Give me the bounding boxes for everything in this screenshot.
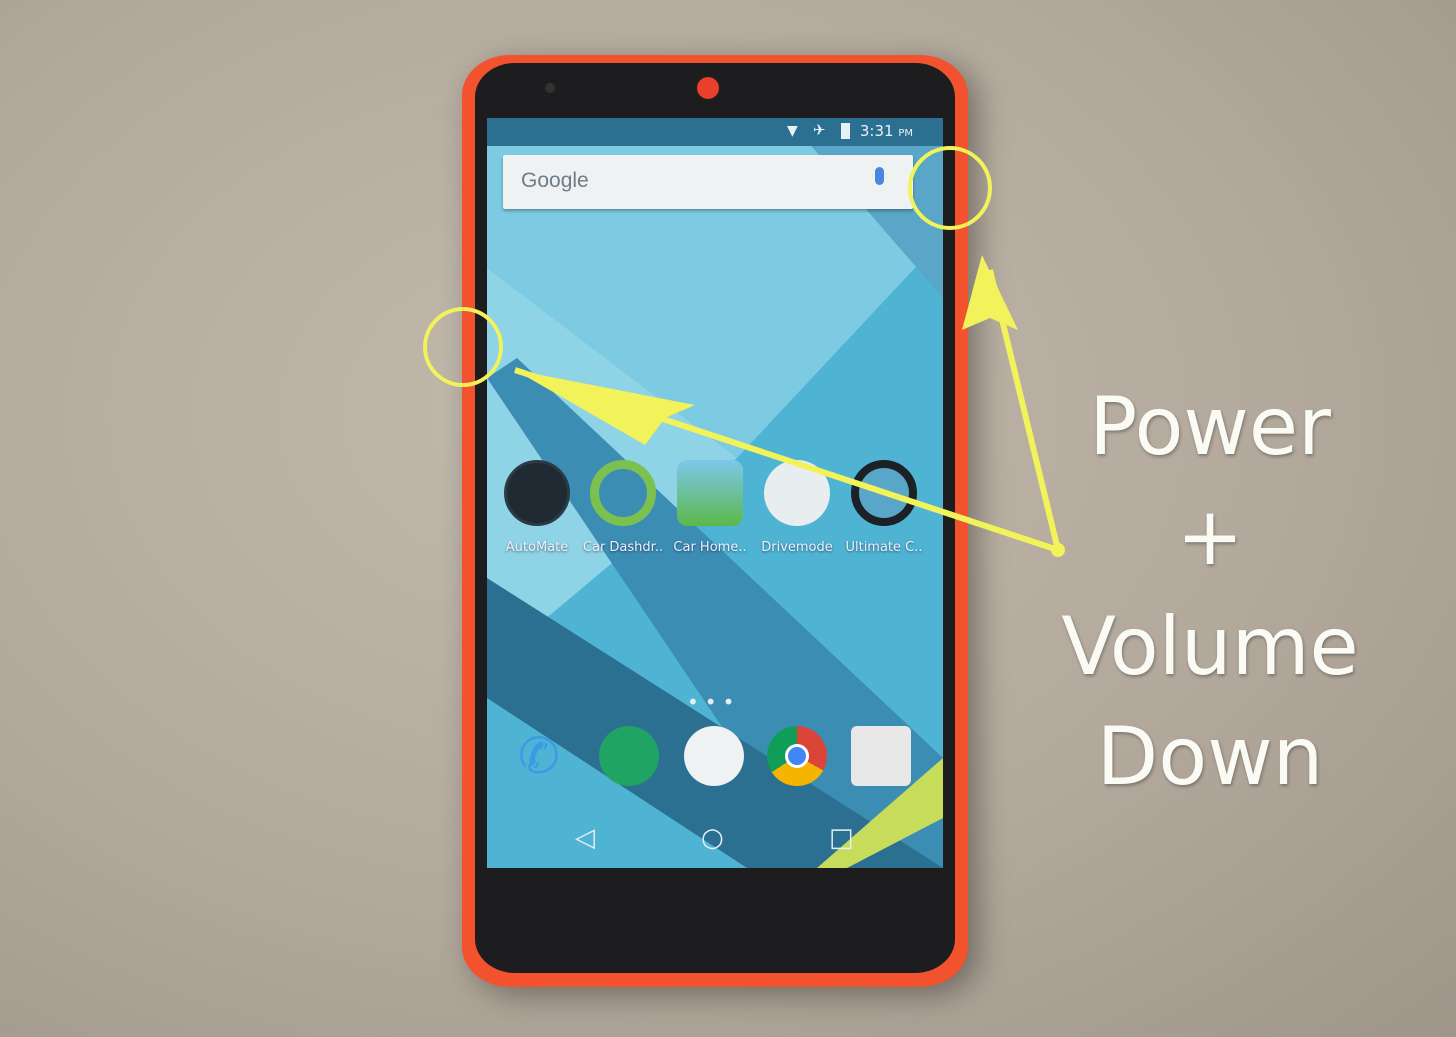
arrow-head	[515, 370, 695, 445]
power-button-highlight	[908, 146, 992, 230]
annotation-down: Down	[1096, 710, 1324, 803]
annotation-plus: +	[1176, 490, 1244, 583]
annotation-power: Power	[1089, 380, 1331, 473]
annotation-volume: Volume	[1061, 600, 1359, 693]
arrow-head	[962, 255, 1018, 330]
volume-button-highlight	[423, 307, 503, 387]
